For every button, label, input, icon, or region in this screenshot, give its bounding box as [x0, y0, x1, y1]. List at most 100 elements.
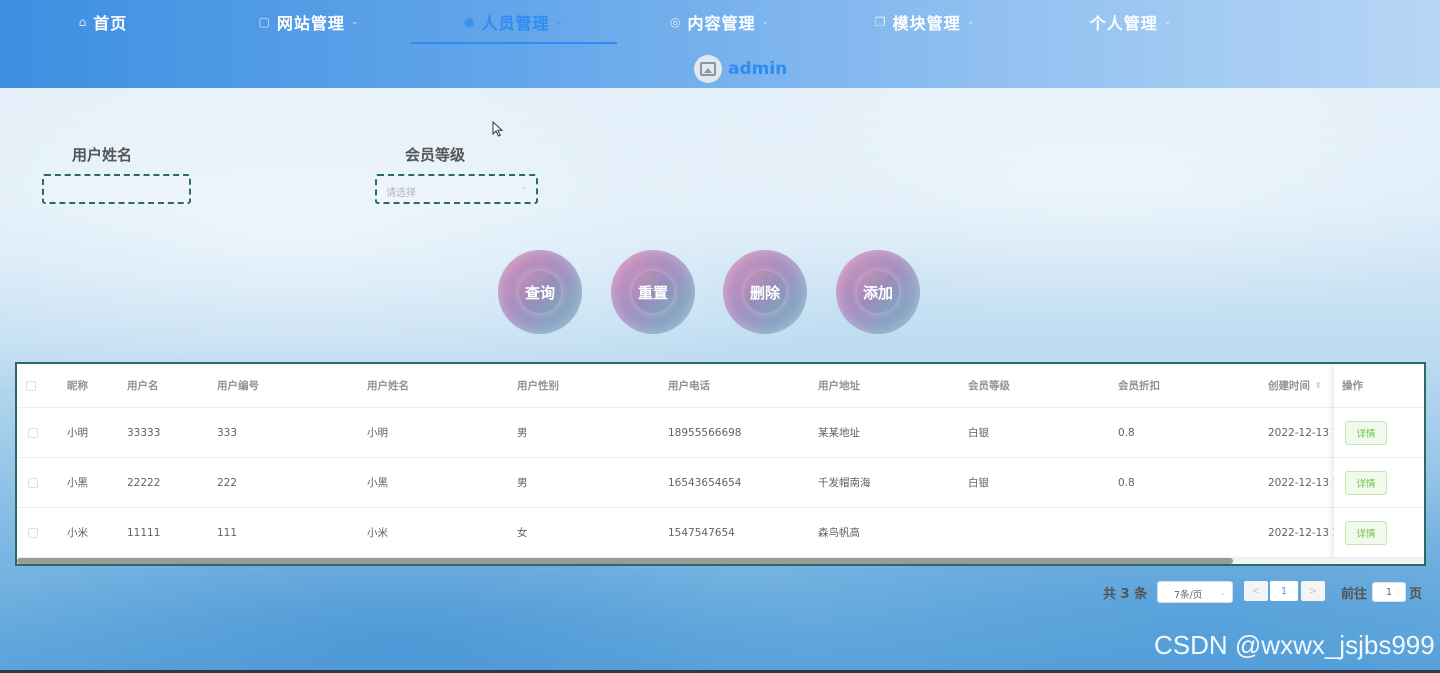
- table-header: 昵称 用户名 用户编号 用户姓名 用户性别 用户电话 用户地址 会员等级 会员折…: [17, 364, 1424, 408]
- cell-gender: 女: [517, 527, 528, 539]
- cell-nickname: 小明: [67, 427, 88, 439]
- name-filter-label: 用户姓名: [72, 146, 133, 164]
- reset-button-label: 重置: [632, 271, 674, 313]
- cell-username: 11111: [127, 526, 161, 539]
- cell-nickname: 小米: [67, 527, 88, 539]
- page-number-current[interactable]: 1: [1270, 581, 1298, 601]
- header-username: 用户名: [127, 380, 159, 392]
- nav-site-management-label: 网站管理: [276, 14, 345, 33]
- user-icon: ●: [463, 15, 476, 29]
- monitor-icon: ▢: [258, 15, 271, 29]
- header-discount: 会员折扣: [1118, 380, 1160, 392]
- table-row: 小米 11111 111 小米 女 1547547654 森鸟帆高 2022-1…: [17, 508, 1424, 558]
- header-real-name: 用户姓名: [367, 380, 409, 392]
- cell-address: 某某地址: [818, 427, 860, 439]
- row-checkbox[interactable]: [28, 427, 38, 438]
- name-filter-input[interactable]: [42, 174, 191, 204]
- nav-content-management-label: 内容管理: [687, 14, 756, 33]
- chevron-down-icon: ⌄: [966, 17, 976, 27]
- chevron-left-icon: <: [1251, 585, 1261, 597]
- cell-level: 白银: [968, 427, 989, 439]
- image-icon: [700, 62, 716, 76]
- header-created-time[interactable]: 创建时间 ⇕: [1268, 364, 1322, 407]
- query-button[interactable]: 查询: [498, 250, 582, 334]
- level-filter-select[interactable]: 请选择 ⌄: [375, 174, 538, 204]
- cell-phone: 18955566698: [668, 426, 742, 439]
- chevron-down-icon: ⌄: [1163, 17, 1173, 27]
- page-size-select[interactable]: 7条/页 ⌄: [1157, 581, 1233, 603]
- reset-button[interactable]: 重置: [611, 250, 695, 334]
- watermark: CSDN @wxwx_jsjbs999: [1154, 630, 1435, 660]
- header-user-no: 用户编号: [217, 380, 259, 392]
- cell-phone: 16543654654: [668, 476, 742, 489]
- operations-cell: 详情: [1334, 408, 1424, 458]
- chevron-down-icon: ⌄: [350, 17, 360, 27]
- scrollbar-thumb[interactable]: [17, 558, 1233, 564]
- header-created-time-label: 创建时间: [1268, 380, 1310, 392]
- table-row: 小黑 22222 222 小黑 男 16543654654 千发帽南海 白银 0…: [17, 458, 1424, 508]
- cell-real-name: 小黑: [367, 477, 388, 489]
- operations-header: 操作: [1334, 364, 1424, 408]
- query-button-label: 查询: [519, 271, 561, 313]
- home-icon: ⌂: [78, 15, 88, 29]
- operations-cell: 详情: [1334, 458, 1424, 508]
- chevron-down-icon: ⌄: [520, 182, 528, 192]
- prev-page-button[interactable]: <: [1244, 581, 1268, 601]
- copy-icon: ❐: [874, 15, 887, 29]
- detail-button[interactable]: 详情: [1345, 470, 1387, 495]
- cell-real-name: 小明: [367, 427, 388, 439]
- delete-button-label: 删除: [744, 271, 786, 313]
- horizontal-scrollbar[interactable]: [17, 558, 1424, 564]
- cell-address: 千发帽南海: [818, 477, 871, 489]
- operations-column: 操作 详情 详情 详情: [1334, 364, 1424, 558]
- cell-nickname: 小黑: [67, 477, 88, 489]
- select-all-checkbox[interactable]: [26, 380, 36, 391]
- nav-personal-management-label: 个人管理: [1089, 14, 1158, 33]
- nav-content-management[interactable]: ◎ 内容管理 ⌄: [617, 0, 823, 44]
- nav-site-management[interactable]: ▢ 网站管理 ⌄: [206, 0, 412, 44]
- row-checkbox[interactable]: [28, 527, 38, 538]
- user-menu[interactable]: admin: [694, 53, 787, 85]
- cell-discount: 0.8: [1118, 426, 1135, 439]
- main-menu: ⌂ 首页 ▢ 网站管理 ⌄ ● 人员管理 ⌄ ◎ 内容管理 ⌄ ❐ 模块管理 ⌄…: [0, 0, 1440, 44]
- cell-gender: 男: [517, 477, 528, 489]
- cell-gender: 男: [517, 427, 528, 439]
- header-gender: 用户性别: [517, 380, 559, 392]
- user-table: 昵称 用户名 用户编号 用户姓名 用户性别 用户电话 用户地址 会员等级 会员折…: [15, 362, 1426, 566]
- nav-home[interactable]: ⌂ 首页: [0, 0, 206, 44]
- nav-personnel-management[interactable]: ● 人员管理 ⌄: [411, 0, 617, 44]
- nav-module-management-label: 模块管理: [892, 14, 961, 33]
- add-button[interactable]: 添加: [836, 250, 920, 334]
- cell-user-no: 111: [217, 526, 238, 539]
- header-nickname: 昵称: [67, 380, 88, 392]
- cell-real-name: 小米: [367, 527, 388, 539]
- avatar[interactable]: [694, 55, 722, 83]
- nav-personal-management[interactable]: 个人管理 ⌄: [1028, 0, 1234, 44]
- username[interactable]: admin: [728, 59, 787, 79]
- chevron-down-icon: ⌄: [1220, 589, 1226, 597]
- row-checkbox[interactable]: [28, 477, 38, 488]
- operations-cell: 详情: [1334, 508, 1424, 558]
- delete-button[interactable]: 删除: [723, 250, 807, 334]
- sort-icon[interactable]: ⇕: [1315, 381, 1322, 390]
- cell-phone: 1547547654: [668, 526, 735, 539]
- cell-username: 22222: [127, 476, 161, 489]
- goto-suffix: 页: [1409, 587, 1423, 602]
- header-operations: 操作: [1342, 380, 1363, 392]
- cell-level: 白银: [968, 477, 989, 489]
- level-filter-label: 会员等级: [405, 146, 466, 164]
- page-size-value: 7条/页: [1174, 590, 1203, 601]
- chat-icon: ◎: [669, 15, 682, 29]
- pagination-total: 共 3 条: [1103, 587, 1148, 602]
- detail-button[interactable]: 详情: [1345, 520, 1387, 545]
- cell-discount: 0.8: [1118, 476, 1135, 489]
- level-filter-placeholder: 请选择: [386, 188, 416, 199]
- nav-module-management[interactable]: ❐ 模块管理 ⌄: [822, 0, 1028, 44]
- header-address: 用户地址: [818, 380, 860, 392]
- detail-button[interactable]: 详情: [1345, 420, 1387, 445]
- table-row: 小明 33333 333 小明 男 18955566698 某某地址 白银 0.…: [17, 408, 1424, 458]
- mouse-cursor-icon: [492, 121, 504, 137]
- nav-personnel-management-label: 人员管理: [481, 14, 550, 33]
- goto-page-input[interactable]: 1: [1372, 582, 1406, 602]
- next-page-button[interactable]: >: [1301, 581, 1325, 601]
